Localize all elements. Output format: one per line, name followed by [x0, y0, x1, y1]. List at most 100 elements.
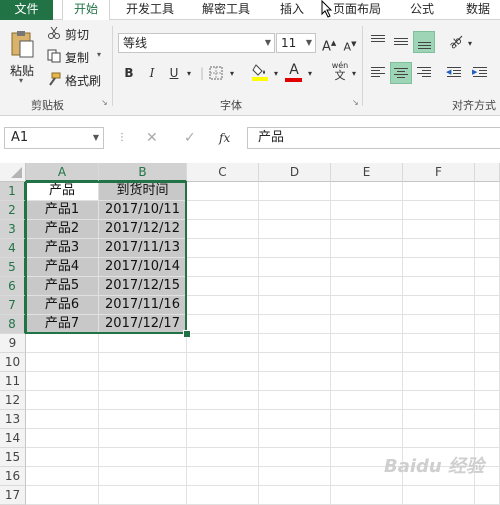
cell-e10[interactable]	[331, 353, 403, 372]
row-header-11[interactable]: 11	[0, 372, 26, 391]
cell-b10[interactable]	[99, 353, 187, 372]
cell-e12[interactable]	[331, 391, 403, 410]
bold-button[interactable]: B	[122, 64, 136, 82]
paste-icon[interactable]	[9, 30, 35, 60]
cell-g9[interactable]	[475, 334, 500, 353]
cell-g17[interactable]	[475, 486, 500, 505]
cell-a7[interactable]: 产品6	[26, 296, 99, 315]
cell-g5[interactable]	[475, 258, 500, 277]
row-header-7[interactable]: 7	[0, 296, 26, 315]
cell-g6[interactable]	[475, 277, 500, 296]
cell-d5[interactable]	[259, 258, 331, 277]
cell-d6[interactable]	[259, 277, 331, 296]
formula-bar-splitter[interactable]: ⋮	[117, 130, 127, 146]
cell-b7[interactable]: 2017/11/16	[99, 296, 187, 315]
font-color-dropdown-icon[interactable]: ▾	[306, 65, 314, 83]
cell-e17[interactable]	[331, 486, 403, 505]
borders-dropdown-icon[interactable]: ▾	[228, 65, 236, 83]
cell-c11[interactable]	[187, 372, 259, 391]
clipboard-launcher-icon[interactable]: ↘	[101, 98, 108, 107]
cell-e13[interactable]	[331, 410, 403, 429]
cell-c15[interactable]	[187, 448, 259, 467]
cell-d17[interactable]	[259, 486, 331, 505]
cell-e6[interactable]	[331, 277, 403, 296]
column-header-a[interactable]: A	[26, 163, 99, 182]
cell-d10[interactable]	[259, 353, 331, 372]
cell-d8[interactable]	[259, 315, 331, 334]
cell-b9[interactable]	[99, 334, 187, 353]
cell-e5[interactable]	[331, 258, 403, 277]
cell-f3[interactable]	[403, 220, 475, 239]
cell-e3[interactable]	[331, 220, 403, 239]
cell-d11[interactable]	[259, 372, 331, 391]
cell-c12[interactable]	[187, 391, 259, 410]
cell-b4[interactable]: 2017/11/13	[99, 239, 187, 258]
cell-g2[interactable]	[475, 201, 500, 220]
tab-page-layout[interactable]: 页面布局	[326, 0, 388, 20]
orientation-dropdown-icon[interactable]: ▾	[466, 35, 474, 53]
cell-a9[interactable]	[26, 334, 99, 353]
enter-icon[interactable]: ✓	[184, 129, 198, 147]
font-color-icon[interactable]: A	[287, 61, 301, 79]
row-header-9[interactable]: 9	[0, 334, 26, 353]
cell-c6[interactable]	[187, 277, 259, 296]
cell-a11[interactable]	[26, 372, 99, 391]
underline-dropdown-icon[interactable]: ▾	[185, 65, 193, 83]
increase-indent-icon[interactable]: ▶	[472, 66, 488, 80]
cell-d7[interactable]	[259, 296, 331, 315]
cell-g8[interactable]	[475, 315, 500, 334]
row-header-5[interactable]: 5	[0, 258, 26, 277]
copy-dropdown-icon[interactable]: ▾	[97, 50, 101, 59]
phonetic-guide-button[interactable]: wén 文	[328, 61, 352, 83]
fill-color-icon[interactable]	[252, 62, 270, 82]
tab-decrypt[interactable]: 解密工具	[192, 0, 260, 20]
tab-data[interactable]: 数据	[456, 0, 500, 20]
row-header-12[interactable]: 12	[0, 391, 26, 410]
row-header-10[interactable]: 10	[0, 353, 26, 372]
cell-b5[interactable]: 2017/10/14	[99, 258, 187, 277]
tab-home[interactable]: 开始	[62, 0, 110, 21]
cell-f17[interactable]	[403, 486, 475, 505]
underline-button[interactable]: U	[167, 64, 181, 82]
cell-c9[interactable]	[187, 334, 259, 353]
column-header-e[interactable]: E	[331, 163, 403, 182]
cell-d1[interactable]	[259, 182, 331, 201]
fill-handle[interactable]	[183, 330, 191, 338]
cell-f10[interactable]	[403, 353, 475, 372]
cell-f13[interactable]	[403, 410, 475, 429]
cell-g11[interactable]	[475, 372, 500, 391]
cancel-icon[interactable]: ✕	[146, 129, 160, 147]
tab-file[interactable]: 文件	[0, 0, 53, 20]
cell-f7[interactable]	[403, 296, 475, 315]
cell-g10[interactable]	[475, 353, 500, 372]
cell-e4[interactable]	[331, 239, 403, 258]
cell-g3[interactable]	[475, 220, 500, 239]
row-header-8[interactable]: 8	[0, 315, 26, 334]
cell-d16[interactable]	[259, 467, 331, 486]
cell-b13[interactable]	[99, 410, 187, 429]
cell-e1[interactable]	[331, 182, 403, 201]
cell-a2[interactable]: 产品1	[26, 201, 99, 220]
cell-f9[interactable]	[403, 334, 475, 353]
fill-color-dropdown-icon[interactable]: ▾	[272, 65, 280, 83]
cell-d3[interactable]	[259, 220, 331, 239]
align-top-icon[interactable]	[370, 34, 386, 48]
cell-a3[interactable]: 产品2	[26, 220, 99, 239]
column-header-d[interactable]: D	[259, 163, 331, 182]
row-header-1[interactable]: 1	[0, 182, 26, 201]
cut-button[interactable]: 剪切	[65, 26, 89, 43]
cell-d9[interactable]	[259, 334, 331, 353]
paste-dropdown-icon[interactable]: ▾	[19, 76, 23, 85]
cell-a8[interactable]: 产品7	[26, 315, 99, 334]
row-header-16[interactable]: 16	[0, 467, 26, 486]
cell-g1[interactable]	[475, 182, 500, 201]
cell-g7[interactable]	[475, 296, 500, 315]
cell-e11[interactable]	[331, 372, 403, 391]
cell-d14[interactable]	[259, 429, 331, 448]
align-left-icon[interactable]	[370, 66, 386, 80]
cell-c2[interactable]	[187, 201, 259, 220]
cell-f14[interactable]	[403, 429, 475, 448]
row-header-15[interactable]: 15	[0, 448, 26, 467]
insert-function-icon[interactable]: fx	[219, 129, 237, 147]
row-header-4[interactable]: 4	[0, 239, 26, 258]
